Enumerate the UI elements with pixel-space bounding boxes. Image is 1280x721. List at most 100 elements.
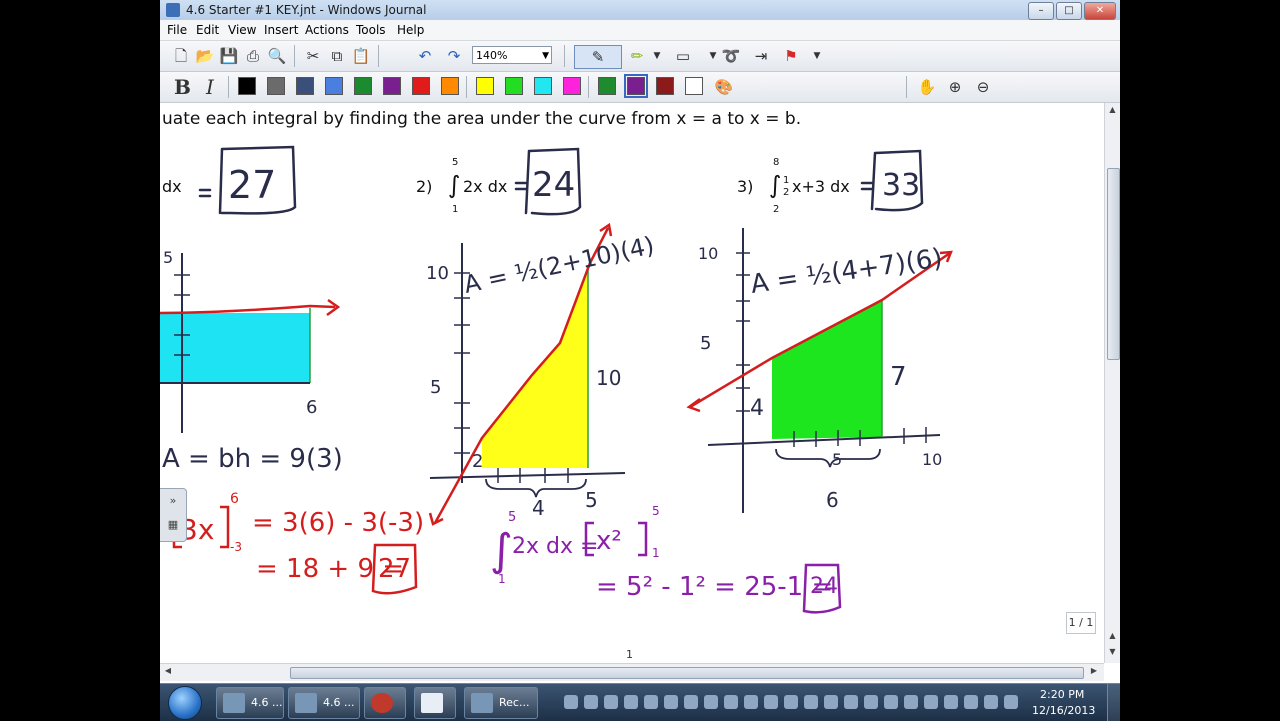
tray-icon[interactable]	[924, 695, 938, 709]
start-button[interactable]	[168, 686, 202, 720]
taskbar-item[interactable]: 4.6 ...	[216, 687, 284, 719]
tray-icon[interactable]	[944, 695, 958, 709]
eval-answer-2: 24	[810, 574, 838, 599]
cut-icon[interactable]: ✂	[302, 45, 324, 67]
chevron-down-icon[interactable]: ▼	[646, 45, 668, 67]
taskbar-item-label: Rec...	[499, 696, 530, 709]
print-icon[interactable]: ⎙	[242, 45, 264, 67]
scroll-left-icon[interactable]: ◀	[162, 666, 174, 675]
scroll-right-icon[interactable]: ▶	[1088, 666, 1100, 675]
flag-icon[interactable]: ⚑	[780, 45, 802, 67]
taskbar-item[interactable]	[364, 687, 406, 719]
tray-icon[interactable]	[744, 695, 758, 709]
tray-icon[interactable]	[624, 695, 638, 709]
tray-icon[interactable]	[664, 695, 678, 709]
highlight-swatch-green[interactable]	[505, 77, 523, 95]
redo-icon[interactable]: ↷	[443, 45, 465, 67]
scroll-up-icon[interactable]: ▲	[1107, 105, 1118, 117]
color-swatch-maroon[interactable]	[656, 77, 674, 95]
tray-icon[interactable]	[604, 695, 618, 709]
highlight-swatch-pink[interactable]	[563, 77, 581, 95]
save-icon[interactable]: 💾	[218, 45, 240, 67]
bold-button[interactable]: B	[174, 75, 191, 99]
color-palette-icon[interactable]: 🎨	[713, 76, 735, 98]
clock-time[interactable]: 2:20 PM	[1040, 688, 1084, 701]
taskbar-item[interactable]: 4.6 ...	[288, 687, 360, 719]
tray-icon[interactable]	[784, 695, 798, 709]
tray-icon[interactable]	[704, 695, 718, 709]
open-icon[interactable]: 📂	[194, 45, 216, 67]
zoom-out-icon[interactable]: ⊖	[972, 76, 994, 98]
menu-insert[interactable]: Insert	[264, 23, 298, 37]
zoom-select[interactable]: 140% ▼	[472, 46, 552, 64]
color-swatch-black[interactable]	[238, 77, 256, 95]
tray-icon[interactable]	[764, 695, 778, 709]
find-icon[interactable]: 🔍	[266, 45, 288, 67]
tray-icon[interactable]	[564, 695, 578, 709]
clock-date[interactable]: 12/16/2013	[1032, 704, 1095, 717]
tray-icon[interactable]	[584, 695, 598, 709]
color-swatch-red[interactable]	[412, 77, 430, 95]
tray-icon[interactable]	[904, 695, 918, 709]
color-swatch-gray[interactable]	[267, 77, 285, 95]
journal-app-icon	[295, 693, 317, 713]
tray-icon[interactable]	[804, 695, 818, 709]
eval-answer-1: 27	[378, 554, 411, 584]
new-note-icon[interactable]: 🗋	[170, 45, 192, 67]
color-swatch-blue[interactable]	[325, 77, 343, 95]
copy-icon[interactable]: ⧉	[326, 45, 348, 67]
color-swatch-dark-purple[interactable]	[624, 74, 648, 98]
paste-icon[interactable]: 📋	[350, 45, 372, 67]
vertical-scrollbar[interactable]: ▲ ▲ ▼	[1104, 103, 1120, 663]
tray-icon[interactable]	[884, 695, 898, 709]
highlight-swatch-yellow[interactable]	[476, 77, 494, 95]
zoom-in-icon[interactable]: ⊕	[944, 76, 966, 98]
tray-icon[interactable]	[1004, 695, 1018, 709]
menu-help[interactable]: Help	[397, 23, 424, 37]
show-desktop-button[interactable]	[1107, 684, 1120, 721]
scroll-up-icon[interactable]: ▲	[1107, 631, 1118, 643]
undo-icon[interactable]: ↶	[414, 45, 436, 67]
tray-icon[interactable]	[684, 695, 698, 709]
menu-edit[interactable]: Edit	[196, 23, 219, 37]
expand-panel-tab[interactable]: » ▦	[160, 488, 187, 542]
color-swatch-purple[interactable]	[383, 77, 401, 95]
tray-icon[interactable]	[724, 695, 738, 709]
color-swatch-white[interactable]	[685, 77, 703, 95]
horizontal-scrollbar[interactable]: ◀ ▶	[160, 663, 1104, 681]
minimize-button[interactable]: –	[1028, 2, 1054, 20]
tray-icon[interactable]	[644, 695, 658, 709]
eraser-icon[interactable]: ▭	[672, 45, 694, 67]
tray-icon[interactable]	[984, 695, 998, 709]
color-swatch-dark-green[interactable]	[598, 77, 616, 95]
chevron-down-icon[interactable]: ▼	[806, 45, 828, 67]
taskbar-item[interactable]	[414, 687, 456, 719]
highlighter-icon[interactable]: ✏	[626, 45, 648, 67]
menu-actions[interactable]: Actions	[305, 23, 349, 37]
menu-tools[interactable]: Tools	[356, 23, 386, 37]
pen-icon[interactable]: ✎	[574, 45, 622, 69]
taskbar-item[interactable]: Rec...	[464, 687, 538, 719]
italic-button[interactable]: I	[206, 75, 214, 99]
color-swatch-orange[interactable]	[441, 77, 459, 95]
insert-space-icon[interactable]: ⇥	[750, 45, 772, 67]
scroll-down-icon[interactable]: ▼	[1107, 647, 1118, 659]
tray-icon[interactable]	[844, 695, 858, 709]
ink-layer: 27 24 33 5 6 A = bh = 9(3) 3x 6 -3 = 3(6…	[160, 145, 953, 614]
lasso-select-icon[interactable]: ➰	[720, 45, 742, 67]
pan-hand-icon[interactable]: ✋	[916, 76, 938, 98]
maximize-button[interactable]: □	[1056, 2, 1082, 20]
menu-view[interactable]: View	[228, 23, 256, 37]
color-swatch-slate[interactable]	[296, 77, 314, 95]
horizontal-scroll-thumb[interactable]	[290, 667, 1084, 679]
close-button[interactable]: ✕	[1084, 2, 1116, 20]
vertical-scroll-thumb[interactable]	[1107, 168, 1120, 360]
tray-icon[interactable]	[964, 695, 978, 709]
x-tick-6: 6	[306, 397, 317, 418]
tray-icon[interactable]	[864, 695, 878, 709]
tray-icon[interactable]	[824, 695, 838, 709]
color-swatch-green[interactable]	[354, 77, 372, 95]
menu-file[interactable]: File	[167, 23, 187, 37]
note-page[interactable]: uate each integral by finding the area u…	[160, 103, 1104, 663]
highlight-swatch-cyan[interactable]	[534, 77, 552, 95]
